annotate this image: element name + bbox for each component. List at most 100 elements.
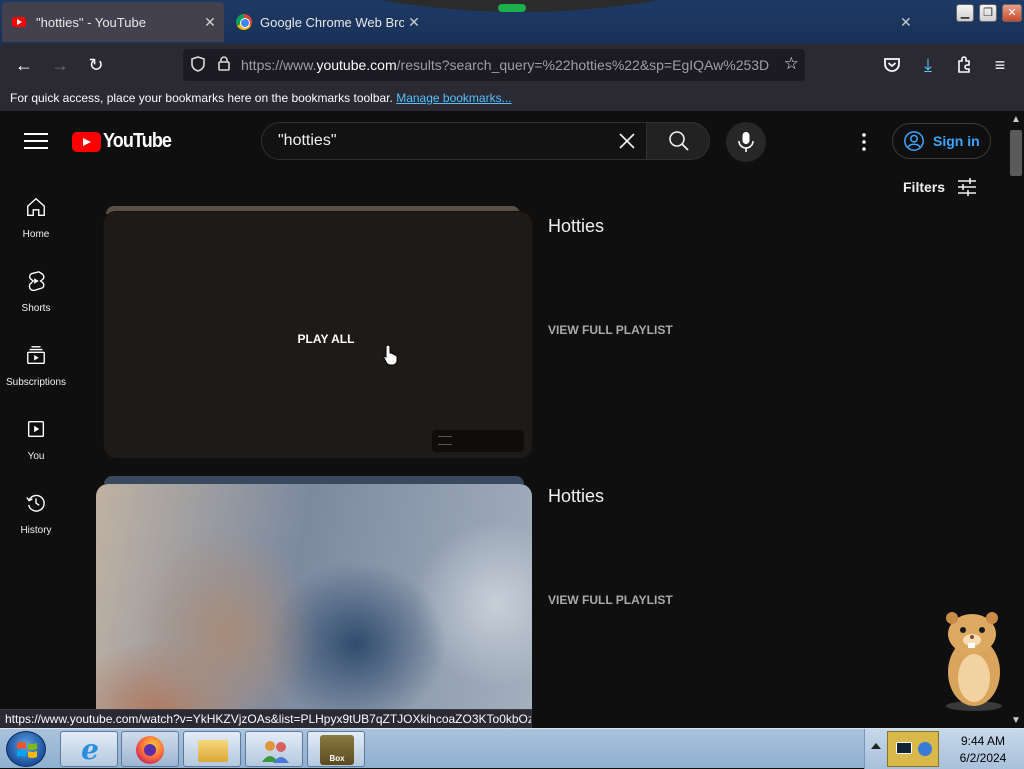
clock-time[interactable]: 9:44 AM [943, 734, 1023, 748]
sidebar-item-label: History [20, 525, 52, 536]
playlist-title[interactable]: Hotties [548, 216, 604, 237]
microphone-icon [738, 132, 754, 152]
tab-overflow-close-icon[interactable]: ✕ [900, 14, 912, 31]
link-status-bar: https://www.youtube.com/watch?v=YkHKZVjz… [0, 709, 532, 728]
sidebar-item-label: Home [22, 229, 50, 240]
search-button[interactable] [646, 122, 710, 160]
bookmarks-toolbar: For quick access, place your bookmarks h… [0, 86, 1024, 112]
youtube-logo-icon [72, 131, 101, 152]
sidebar-item-shorts[interactable]: Shorts [0, 262, 72, 326]
playlist-stack-edge [104, 476, 524, 484]
forward-arrow-icon[interactable]: → [46, 52, 74, 78]
window-maximize-button[interactable]: ❐ [979, 4, 997, 22]
subscriptions-icon [27, 346, 45, 364]
shorts-icon [28, 271, 45, 292]
tray-network-app[interactable] [887, 731, 939, 767]
extensions-icon[interactable] [950, 52, 978, 78]
system-tray: 9:44 AM 6/2/2024 [864, 729, 1024, 769]
view-full-playlist-link[interactable]: VIEW FULL PLAYLIST [548, 323, 673, 337]
sidebar-item-label: You [27, 451, 45, 462]
voice-search-button[interactable] [726, 122, 766, 162]
sign-in-label: Sign in [933, 133, 980, 149]
settings-more-icon[interactable] [852, 130, 876, 154]
sliders-icon [958, 178, 977, 196]
account-icon [904, 131, 924, 151]
clock-date[interactable]: 6/2/2024 [943, 751, 1023, 765]
monitor-icon [896, 742, 912, 754]
taskbar-users-app[interactable] [245, 731, 303, 767]
sidebar-item-you[interactable]: You [0, 410, 72, 474]
guide-menu-icon[interactable] [24, 130, 48, 150]
window-minimize-button[interactable]: ▁ [956, 4, 974, 22]
url-prefix: https://www. [241, 57, 317, 73]
search-icon [669, 131, 689, 151]
hamster-desktop-pet-icon[interactable] [938, 608, 1008, 712]
lock-icon[interactable] [213, 56, 235, 74]
manage-bookmarks-link[interactable]: Manage bookmarks... [396, 91, 511, 105]
search-input[interactable] [278, 123, 608, 159]
windows-taskbar: e Box 9:44 AM 6/2/2024 [0, 728, 1024, 769]
sidebar-item-subscriptions[interactable]: Subscriptions [0, 336, 72, 400]
tab-close-icon[interactable]: ✕ [200, 14, 220, 31]
history-icon [26, 494, 45, 512]
pocket-icon[interactable] [878, 52, 906, 78]
app-menu-icon[interactable]: ≡ [986, 52, 1014, 78]
filters-label: Filters [903, 179, 946, 195]
scroll-down-arrow-icon[interactable]: ▼ [1011, 715, 1021, 726]
reload-icon[interactable]: ↻ [82, 52, 110, 78]
tab-title: Google Chrome Web Browser [260, 14, 404, 30]
browser-navigation-bar: ← → ↻ https://www.youtube.com/results?se… [0, 44, 1024, 86]
view-full-playlist-link[interactable]: VIEW FULL PLAYLIST [548, 593, 673, 607]
taskbar-firefox[interactable] [121, 731, 179, 767]
playlist-icon [438, 436, 452, 445]
internet-explorer-icon: e [81, 733, 99, 766]
tab-title: "hotties" - YouTube [36, 14, 146, 30]
hand-cursor-icon [383, 344, 398, 366]
scrollbar-thumb[interactable] [1010, 130, 1022, 176]
play-all-overlay[interactable]: PLAY ALL [104, 332, 532, 346]
windows-logo-icon [17, 742, 37, 758]
page-scrollbar[interactable]: ▲ ▼ [1008, 112, 1024, 728]
playlist-thumbnail[interactable]: PLAY ALL [104, 212, 532, 458]
youtube-page: YouTube Sign in Filters Home Shorts Subs… [0, 112, 1008, 728]
chrome-favicon-icon [236, 14, 252, 30]
folder-icon [198, 740, 228, 762]
bookmark-star-icon[interactable]: ☆ [784, 54, 799, 74]
search-box[interactable] [261, 122, 647, 160]
start-button[interactable] [6, 731, 46, 767]
url-bar[interactable]: https://www.youtube.com/results?search_q… [183, 49, 805, 81]
browser-tab-bar: "hotties" - YouTube ✕ Google Chrome Web … [0, 0, 1024, 44]
show-hidden-icons-icon[interactable] [871, 743, 881, 749]
filters-button[interactable]: Filters [903, 178, 977, 196]
playlist-thumbnail[interactable] [96, 484, 532, 728]
url-path: /results?search_query=%22hotties%22&sp=E… [396, 57, 769, 73]
sidebar-item-history[interactable]: History [0, 484, 72, 548]
playlist-title[interactable]: Hotties [548, 486, 604, 507]
sign-in-button[interactable]: Sign in [892, 123, 991, 159]
youtube-logo[interactable]: YouTube [72, 130, 179, 153]
taskbar-box-app[interactable]: Box [307, 731, 365, 767]
url-text[interactable]: https://www.youtube.com/results?search_q… [241, 57, 769, 73]
users-icon [262, 741, 289, 763]
scroll-up-arrow-icon[interactable]: ▲ [1011, 114, 1021, 125]
clear-search-icon[interactable] [615, 129, 639, 153]
box-app-label: Box [329, 754, 345, 763]
home-icon [27, 197, 45, 216]
sidebar-item-home[interactable]: Home [0, 188, 72, 252]
playlist-count-badge [432, 430, 524, 452]
shield-icon[interactable] [187, 55, 209, 75]
youtube-favicon-icon [12, 17, 26, 27]
tab-youtube[interactable]: "hotties" - YouTube ✕ [2, 2, 224, 42]
window-close-button[interactable]: ✕ [1002, 4, 1022, 22]
globe-icon [918, 742, 932, 756]
download-icon[interactable]: ⤓ [914, 52, 942, 78]
tab-chrome[interactable]: Google Chrome Web Browser ✕ [232, 2, 428, 42]
taskbar-file-explorer[interactable] [183, 731, 241, 767]
tab-close-icon[interactable]: ✕ [404, 14, 424, 31]
url-domain: youtube.com [316, 57, 397, 73]
taskbar-internet-explorer[interactable]: e [60, 731, 118, 767]
your-channel-icon [27, 420, 45, 438]
bookmarks-hint-text: For quick access, place your bookmarks h… [10, 91, 393, 105]
youtube-logo-text: YouTube [103, 130, 172, 152]
back-arrow-icon[interactable]: ← [10, 52, 38, 78]
